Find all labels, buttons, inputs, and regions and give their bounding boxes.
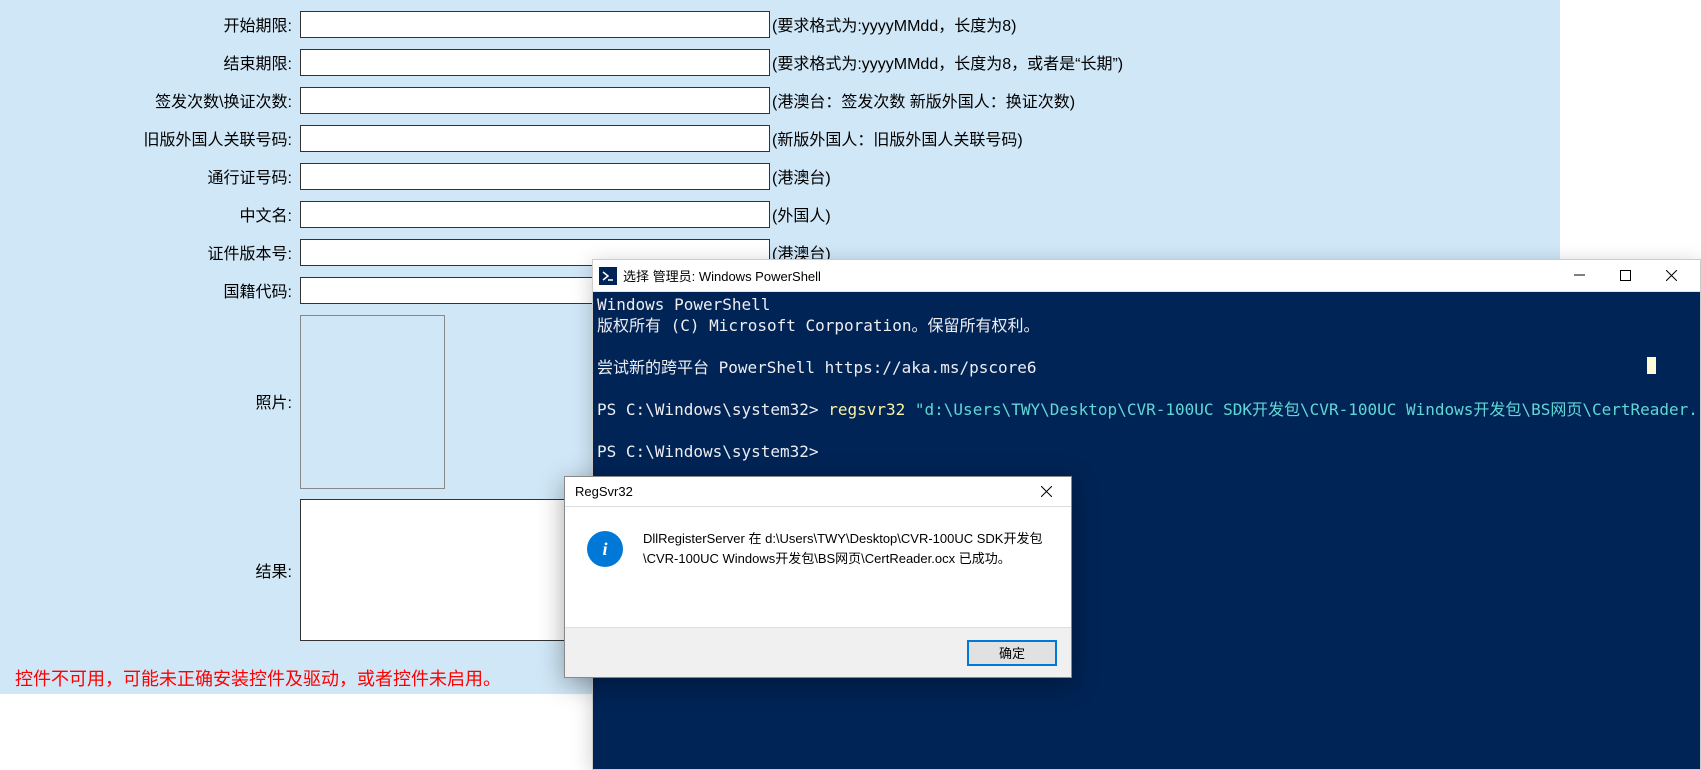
row-issue-count: 签发次数\换证次数: (港澳台：签发次数 新版外国人：换证次数)	[0, 81, 1123, 119]
label-start-date: 开始期限:	[0, 12, 300, 36]
ok-button[interactable]: 确定	[967, 640, 1057, 666]
error-message: 控件不可用，可能未正确安装控件及驱动，或者控件未启用。	[15, 665, 501, 691]
hint-end-date: (要求格式为:yyyyMMdd，长度为8，或者是“长期”)	[772, 50, 1123, 74]
dialog-title: RegSvr32	[575, 484, 1031, 499]
powershell-title: 选择 管理员: Windows PowerShell	[623, 266, 1556, 285]
ps-prompt-1: PS C:\Windows\system32>	[597, 400, 828, 419]
powershell-icon	[599, 267, 617, 285]
ps-prompt-2: PS C:\Windows\system32>	[597, 442, 819, 461]
dialog-footer: 确定	[565, 627, 1071, 677]
window-controls	[1556, 261, 1694, 291]
label-nationality-code: 国籍代码:	[0, 278, 300, 302]
hint-issue-count: (港澳台：签发次数 新版外国人：换证次数)	[772, 88, 1075, 112]
input-chinese-name[interactable]	[300, 201, 770, 228]
photo-placeholder	[300, 315, 445, 489]
label-cert-version: 证件版本号:	[0, 240, 300, 264]
row-chinese-name: 中文名: (外国人)	[0, 195, 1123, 233]
ps-line-notice: 尝试新的跨平台 PowerShell https://aka.ms/pscore…	[597, 358, 1037, 377]
label-end-date: 结束期限:	[0, 50, 300, 74]
label-old-foreigner-no: 旧版外国人关联号码:	[0, 126, 300, 150]
ps-line-header1: Windows PowerShell	[597, 295, 770, 314]
dialog-body: i DllRegisterServer 在 d:\Users\TWY\Deskt…	[565, 507, 1071, 579]
dialog-titlebar[interactable]: RegSvr32	[565, 477, 1071, 507]
hint-permit-no: (港澳台)	[772, 164, 831, 188]
row-old-foreigner-no: 旧版外国人关联号码: (新版外国人：旧版外国人关联号码)	[0, 119, 1123, 157]
close-button[interactable]	[1648, 261, 1694, 291]
row-start-date: 开始期限: (要求格式为:yyyyMMdd，长度为8)	[0, 5, 1123, 43]
regsvr32-dialog: RegSvr32 i DllRegisterServer 在 d:\Users\…	[564, 476, 1072, 678]
ps-argument: "d:\Users\TWY\Desktop\CVR-100UC SDK开发包\C…	[915, 400, 1698, 419]
hint-chinese-name: (外国人)	[772, 202, 831, 226]
powershell-titlebar[interactable]: 选择 管理员: Windows PowerShell	[593, 260, 1700, 292]
hint-old-foreigner-no: (新版外国人：旧版外国人关联号码)	[772, 126, 1023, 150]
input-permit-no[interactable]	[300, 163, 770, 190]
label-photo: 照片:	[0, 389, 300, 413]
minimize-button[interactable]	[1556, 261, 1602, 291]
ps-command: regsvr32	[828, 400, 915, 419]
maximize-button[interactable]	[1602, 261, 1648, 291]
label-permit-no: 通行证号码:	[0, 164, 300, 188]
input-end-date[interactable]	[300, 49, 770, 76]
label-result: 结果:	[0, 558, 300, 582]
cursor-icon	[1647, 357, 1656, 374]
input-old-foreigner-no[interactable]	[300, 125, 770, 152]
input-start-date[interactable]	[300, 11, 770, 38]
dialog-message: DllRegisterServer 在 d:\Users\TWY\Desktop…	[643, 529, 1049, 569]
input-issue-count[interactable]	[300, 87, 770, 114]
label-chinese-name: 中文名:	[0, 202, 300, 226]
info-icon: i	[587, 531, 623, 567]
label-issue-count: 签发次数\换证次数:	[0, 88, 300, 112]
dialog-close-button[interactable]	[1031, 478, 1061, 506]
row-end-date: 结束期限: (要求格式为:yyyyMMdd，长度为8，或者是“长期”)	[0, 43, 1123, 81]
hint-start-date: (要求格式为:yyyyMMdd，长度为8)	[772, 12, 1016, 36]
ps-line-header2: 版权所有 (C) Microsoft Corporation。保留所有权利。	[597, 316, 1039, 335]
row-permit-no: 通行证号码: (港澳台)	[0, 157, 1123, 195]
